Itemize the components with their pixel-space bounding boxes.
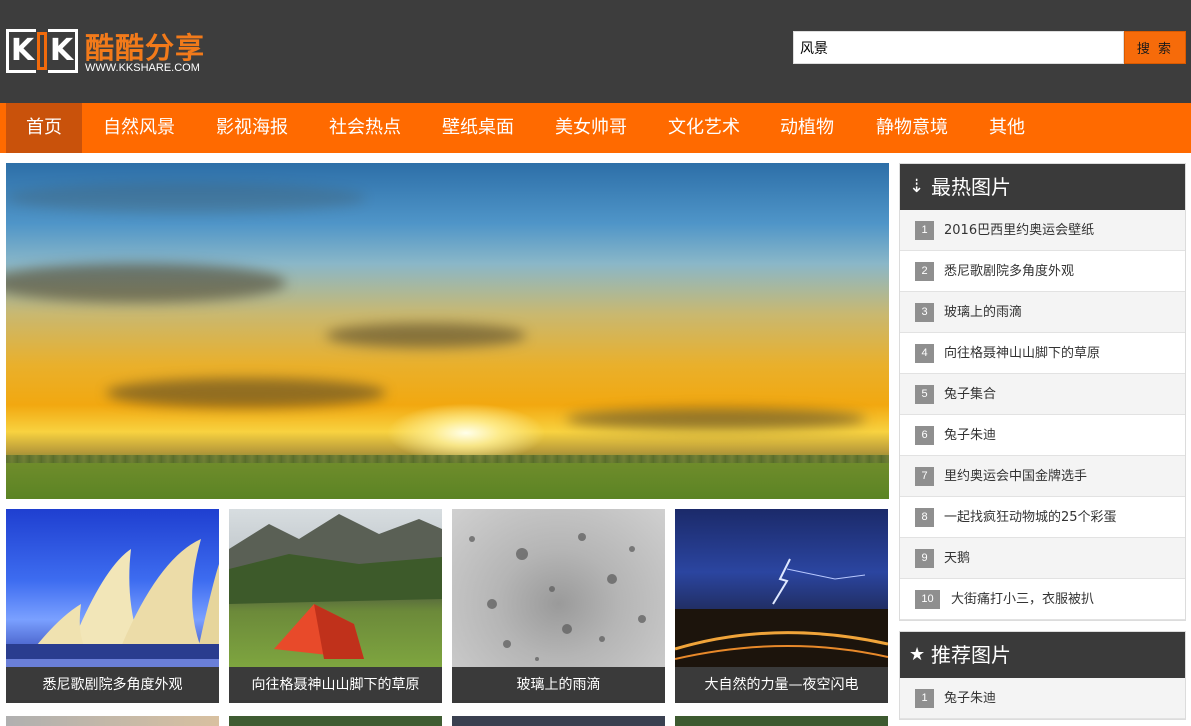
item-title: 兔子朱迪	[944, 691, 997, 706]
hot-list-item[interactable]: 2 悉尼歌剧院多角度外观	[900, 251, 1185, 292]
hero-cloud	[326, 323, 526, 348]
nav-item-animals-plants[interactable]: 动植物	[768, 103, 846, 153]
rank-number: 10	[915, 590, 940, 609]
main-nav: 首页 自然风景 影视海报 社会热点 壁纸桌面 美女帅哥 文化艺术 动植物 静物意…	[0, 103, 1191, 153]
nav-item-home[interactable]: 首页	[6, 103, 82, 153]
thumb-caption: 玻璃上的雨滴	[452, 667, 665, 703]
thumb-image	[6, 509, 219, 667]
hot-images-list: 1 2016巴西里约奥运会壁纸 2 悉尼歌剧院多角度外观 3 玻璃上的雨滴 4 向往格聂…	[900, 210, 1185, 620]
raindrops-illustration	[469, 533, 646, 661]
hot-images-header: ⇣ 最热图片	[900, 164, 1185, 210]
thumb-caption: 向往格聂神山山脚下的草原	[229, 667, 442, 703]
rank-number: 3	[915, 303, 934, 322]
thumb-card-grassland[interactable]: 向往格聂神山山脚下的草原	[229, 509, 442, 703]
thumb-image	[229, 509, 442, 667]
hot-list-item[interactable]: 1 2016巴西里约奥运会壁纸	[900, 210, 1185, 251]
item-title: 2016巴西里约奥运会壁纸	[944, 223, 1095, 238]
hero-grassland	[6, 463, 889, 499]
star-icon: ★	[909, 644, 926, 665]
lightning-illustration	[675, 558, 888, 667]
thumb-card-lightning[interactable]: 大自然的力量—夜空闪电	[675, 509, 888, 703]
rank-number: 1	[915, 221, 934, 240]
search-input[interactable]	[793, 31, 1124, 64]
opera-house-illustration	[6, 539, 219, 667]
thumb-caption: 大自然的力量—夜空闪电	[675, 667, 888, 703]
hot-list-item[interactable]: 8 一起找疯狂动物城的25个彩蛋	[900, 497, 1185, 538]
rank-number: 6	[915, 426, 934, 445]
thumb-image	[675, 509, 888, 667]
rank-number: 7	[915, 467, 934, 486]
logo-letter-right: K	[48, 29, 78, 73]
hot-images-title: 最热图片	[931, 175, 1011, 199]
hero-cloud	[6, 183, 366, 213]
logo-letter-left: K	[6, 29, 36, 73]
site-header: K K 酷酷分享 WWW.KKSHARE.COM 搜 索	[0, 0, 1191, 103]
thumb-caption: 悉尼歌剧院多角度外观	[6, 667, 219, 703]
logo-chinese-name: 酷酷分享	[85, 31, 206, 65]
hero-banner-image[interactable]	[6, 163, 889, 499]
hot-list-item[interactable]: 5 兔子集合	[900, 374, 1185, 415]
search-button[interactable]: 搜 索	[1124, 31, 1186, 64]
thumb-next-row-1[interactable]	[6, 716, 219, 726]
recommended-images-list: 1 兔子朱迪	[900, 678, 1185, 719]
hot-list-item[interactable]: 7 里约奥运会中国金牌选手	[900, 456, 1185, 497]
nav-item-movie-posters[interactable]: 影视海报	[203, 103, 301, 153]
hot-list-item[interactable]: 9 天鹅	[900, 538, 1185, 579]
thumb-card-raindrops[interactable]: 玻璃上的雨滴	[452, 509, 665, 703]
nav-item-social-hotspots[interactable]: 社会热点	[316, 103, 414, 153]
item-title: 一起找疯狂动物城的25个彩蛋	[944, 510, 1117, 525]
hot-list-item[interactable]: 3 玻璃上的雨滴	[900, 292, 1185, 333]
item-title: 兔子集合	[944, 387, 997, 402]
rank-number: 4	[915, 344, 934, 363]
item-title: 兔子朱迪	[944, 428, 997, 443]
nav-item-nature[interactable]: 自然风景	[90, 103, 188, 153]
recommended-list-item[interactable]: 1 兔子朱迪	[900, 678, 1185, 719]
recommended-images-header: ★ 推荐图片	[900, 632, 1185, 678]
logo-mid-bar	[37, 32, 47, 70]
recommended-images-panel: ★ 推荐图片 1 兔子朱迪	[899, 631, 1186, 720]
thumb-next-row-4[interactable]	[675, 716, 888, 726]
nav-item-other[interactable]: 其他	[978, 103, 1036, 153]
rank-number: 2	[915, 262, 934, 281]
item-title: 悉尼歌剧院多角度外观	[944, 264, 1075, 279]
nav-item-wallpapers[interactable]: 壁纸桌面	[429, 103, 527, 153]
item-title: 向往格聂神山山脚下的草原	[944, 346, 1101, 361]
hero-cloud	[566, 408, 866, 430]
hot-list-item[interactable]: 4 向往格聂神山山脚下的草原	[900, 333, 1185, 374]
hot-list-item[interactable]: 6 兔子朱迪	[900, 415, 1185, 456]
sort-numeric-icon: ⇣	[909, 176, 925, 197]
logo-domain: WWW.KKSHARE.COM	[85, 62, 200, 74]
nav-item-still-life[interactable]: 静物意境	[863, 103, 961, 153]
nav-item-culture-art[interactable]: 文化艺术	[655, 103, 753, 153]
rank-number: 9	[915, 549, 934, 568]
hot-list-item[interactable]: 10 大街痛打小三，衣服被扒	[900, 579, 1185, 620]
nav-item-people[interactable]: 美女帅哥	[542, 103, 640, 153]
hero-cloud	[106, 378, 386, 408]
hero-sun	[386, 403, 546, 463]
thumb-image	[452, 509, 665, 667]
recommended-images-title: 推荐图片	[931, 643, 1011, 667]
site-logo[interactable]: K K 酷酷分享 WWW.KKSHARE.COM	[6, 27, 216, 77]
thumb-card-opera-house[interactable]: 悉尼歌剧院多角度外观	[6, 509, 219, 703]
thumb-next-row-2[interactable]	[229, 716, 442, 726]
item-title: 里约奥运会中国金牌选手	[944, 469, 1088, 484]
item-title: 玻璃上的雨滴	[944, 305, 1023, 320]
rank-number: 5	[915, 385, 934, 404]
item-title: 天鹅	[944, 551, 971, 566]
tent-illustration	[229, 514, 442, 659]
hot-images-panel: ⇣ 最热图片 1 2016巴西里约奥运会壁纸 2 悉尼歌剧院多角度外观 3 玻璃上的雨滴…	[899, 163, 1186, 621]
item-title: 大街痛打小三，衣服被扒	[951, 592, 1095, 607]
rank-number: 8	[915, 508, 934, 527]
rank-number: 1	[915, 689, 934, 708]
thumb-next-row-3[interactable]	[452, 716, 665, 726]
